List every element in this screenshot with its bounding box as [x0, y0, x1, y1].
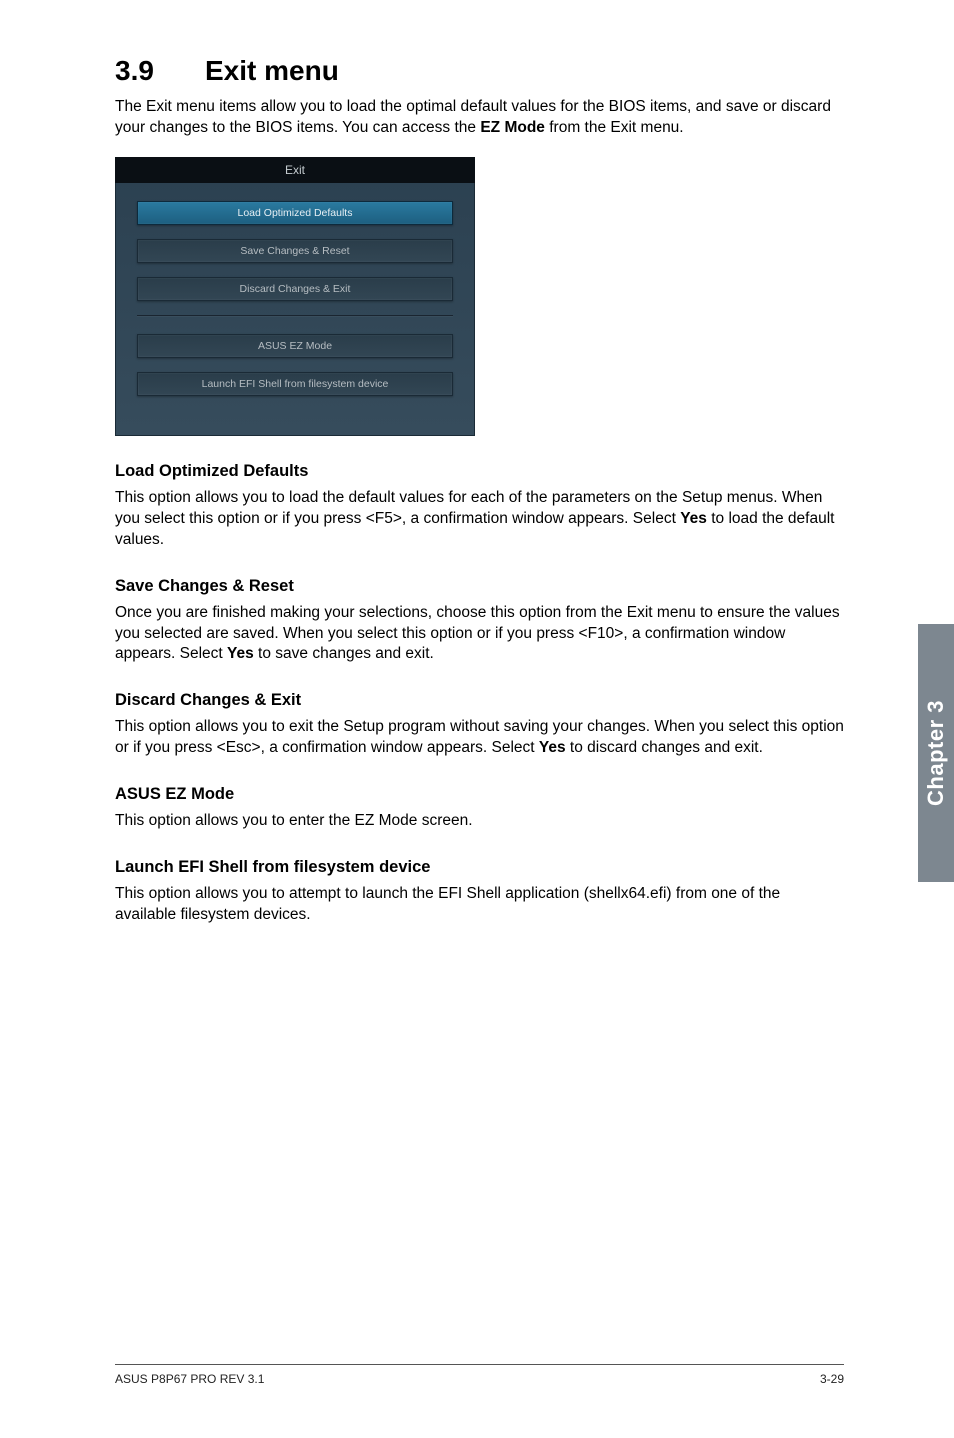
asus-ez-mode-heading: ASUS EZ Mode [115, 785, 844, 804]
save-changes-reset-text: Once you are finished making your select… [115, 603, 844, 666]
discard-changes-exit-button[interactable]: Discard Changes & Exit [137, 277, 453, 301]
bios-title: Exit [285, 163, 305, 177]
section-name: Exit menu [205, 55, 339, 86]
text-bold: Yes [680, 510, 707, 527]
section-number: 3.9 [115, 55, 205, 87]
launch-efi-shell-button[interactable]: Launch EFI Shell from filesystem device [137, 372, 453, 396]
bios-exit-window: Exit Load Optimized Defaults Save Change… [115, 157, 475, 436]
load-optimized-defaults-text: This option allows you to load the defau… [115, 488, 844, 551]
bios-divider [137, 315, 453, 316]
button-label: ASUS EZ Mode [258, 340, 332, 352]
text-part: to discard changes and exit. [566, 739, 763, 756]
chapter-label: Chapter 3 [923, 700, 949, 806]
save-changes-reset-heading: Save Changes & Reset [115, 577, 844, 596]
footer-right: 3-29 [820, 1372, 844, 1386]
text-bold: Yes [539, 739, 566, 756]
section-title: 3.9Exit menu [115, 55, 844, 87]
discard-changes-exit-heading: Discard Changes & Exit [115, 691, 844, 710]
discard-changes-exit-text: This option allows you to exit the Setup… [115, 717, 844, 759]
asus-ez-mode-button[interactable]: ASUS EZ Mode [137, 334, 453, 358]
launch-efi-shell-text: This option allows you to attempt to lau… [115, 884, 844, 926]
bios-title-bar: Exit [115, 157, 475, 183]
chapter-side-tab: Chapter 3 [918, 624, 954, 882]
footer-left: ASUS P8P67 PRO REV 3.1 [115, 1372, 264, 1386]
launch-efi-shell-heading: Launch EFI Shell from filesystem device [115, 858, 844, 877]
button-label: Load Optimized Defaults [238, 207, 353, 219]
intro-text-2: from the Exit menu. [545, 119, 684, 136]
text-part: Once you are finished making your select… [115, 604, 840, 663]
save-changes-reset-button[interactable]: Save Changes & Reset [137, 239, 453, 263]
intro-paragraph: The Exit menu items allow you to load th… [115, 97, 844, 139]
button-label: Discard Changes & Exit [240, 283, 351, 295]
asus-ez-mode-text: This option allows you to enter the EZ M… [115, 811, 844, 832]
load-optimized-defaults-heading: Load Optimized Defaults [115, 462, 844, 481]
button-label: Save Changes & Reset [240, 245, 349, 257]
bios-body: Load Optimized Defaults Save Changes & R… [115, 183, 475, 418]
page-footer: ASUS P8P67 PRO REV 3.1 3-29 [115, 1364, 844, 1386]
load-optimized-defaults-button[interactable]: Load Optimized Defaults [137, 201, 453, 225]
intro-text-1: The Exit menu items allow you to load th… [115, 98, 831, 136]
text-part: to save changes and exit. [254, 645, 434, 662]
intro-bold: EZ Mode [480, 119, 545, 136]
button-label: Launch EFI Shell from filesystem device [202, 378, 389, 390]
text-bold: Yes [227, 645, 254, 662]
